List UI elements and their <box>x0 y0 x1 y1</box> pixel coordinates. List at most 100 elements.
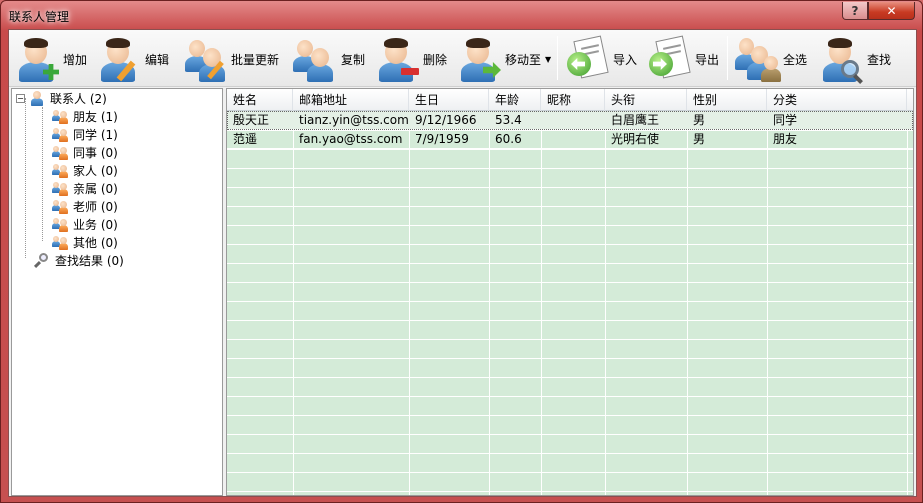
cell-gender[interactable]: 男 <box>687 111 767 130</box>
group-icon <box>52 198 68 214</box>
close-button[interactable]: ✕ <box>868 2 915 20</box>
window-title: 联系人管理 <box>9 10 70 24</box>
tree-item-label: 业务 (0) <box>73 217 118 232</box>
copy-contact-icon <box>291 34 339 84</box>
cell-email[interactable]: tianz.yin@tss.com <box>293 111 409 130</box>
column-header-gender[interactable]: 性别 <box>687 89 767 111</box>
delete-contact-icon <box>373 34 421 84</box>
toolbar-separator <box>727 36 728 80</box>
export-icon <box>645 34 693 84</box>
column-header-nickname[interactable]: 昵称 <box>541 89 605 111</box>
table-row[interactable]: 殷天正 tianz.yin@tss.com 9/12/1966 53.4 白眉鹰… <box>227 111 913 130</box>
import-icon <box>563 34 611 84</box>
group-icon <box>52 144 68 160</box>
column-header-category[interactable]: 分类 <box>767 89 907 111</box>
batch-update-button[interactable]: 批量更新 <box>181 34 279 84</box>
row-separator <box>227 168 913 169</box>
tree-item-classmates[interactable]: 同学 (1) <box>52 125 118 143</box>
title-bar[interactable]: 联系人管理 ? ✕ <box>1 1 922 29</box>
delete-button[interactable]: 删除 <box>373 34 447 84</box>
tree-item-relatives[interactable]: 亲属 (0) <box>52 179 118 197</box>
tree-item-teachers[interactable]: 老师 (0) <box>52 197 118 215</box>
tree-item-friends[interactable]: 朋友 (1) <box>52 107 118 125</box>
tree-item-label: 查找结果 (0) <box>55 253 124 268</box>
cell-gender[interactable]: 男 <box>687 130 767 149</box>
group-icon <box>52 234 68 250</box>
column-header-name[interactable]: 姓名 <box>227 89 293 111</box>
toolbar: 增加 编辑 批量更新 复制 删除 移动至 ▼ 导入 导出 全选 查找 <box>9 30 916 87</box>
cell-email[interactable]: fan.yao@tss.com <box>293 130 409 149</box>
cell-name[interactable]: 殷天正 <box>227 111 293 130</box>
batch-update-label: 批量更新 <box>231 52 280 67</box>
row-separator <box>227 320 913 321</box>
cell-title[interactable]: 白眉鹰王 <box>605 111 687 130</box>
edit-label: 编辑 <box>145 52 170 67</box>
row-separator <box>227 491 913 492</box>
column-header-email[interactable]: 邮箱地址 <box>293 89 409 111</box>
cell-nickname[interactable] <box>541 130 605 149</box>
row-separator <box>227 472 913 473</box>
cell-birthday[interactable]: 7/9/1959 <box>409 130 489 149</box>
row-separator <box>227 396 913 397</box>
grid-header: 姓名 邮箱地址 生日 年龄 昵称 头衔 性别 分类 <box>227 89 913 111</box>
cell-category[interactable]: 同学 <box>767 111 907 130</box>
cell-name[interactable]: 范遥 <box>227 130 293 149</box>
help-button[interactable]: ? <box>842 2 868 20</box>
tree-item-colleagues[interactable]: 同事 (0) <box>52 143 118 161</box>
row-separator <box>227 358 913 359</box>
row-separator <box>227 263 913 264</box>
row-separator <box>227 206 913 207</box>
magnifier-icon <box>33 252 50 269</box>
import-button[interactable]: 导入 <box>563 34 637 84</box>
column-header-birthday[interactable]: 生日 <box>409 89 489 111</box>
row-separator <box>227 377 913 378</box>
cell-title[interactable]: 光明右使 <box>605 130 687 149</box>
cell-age[interactable]: 60.6 <box>489 130 541 149</box>
move-to-label: 移动至 <box>505 52 542 67</box>
column-header-title[interactable]: 头衔 <box>605 89 687 111</box>
select-all-label: 全选 <box>783 52 808 67</box>
cell-birthday[interactable]: 9/12/1966 <box>409 111 489 130</box>
column-header-age[interactable]: 年龄 <box>489 89 541 111</box>
add-button[interactable]: 增加 <box>13 34 87 84</box>
collapse-icon[interactable]: − <box>16 93 25 103</box>
row-separator <box>227 149 913 150</box>
move-to-button[interactable]: 移动至 ▼ <box>455 34 551 84</box>
tree-item-search-results[interactable]: 查找结果 (0) <box>33 251 124 269</box>
tree-item-label: 老师 (0) <box>73 199 118 214</box>
row-separator <box>227 339 913 340</box>
copy-button[interactable]: 复制 <box>291 34 365 84</box>
cell-nickname[interactable] <box>541 111 605 130</box>
row-separator <box>227 225 913 226</box>
tree-line <box>25 98 26 258</box>
copy-label: 复制 <box>341 52 366 67</box>
group-icon <box>52 180 68 196</box>
select-all-button[interactable]: 全选 <box>733 34 807 84</box>
tree-item-other[interactable]: 其他 (0) <box>52 233 118 251</box>
row-separator <box>227 434 913 435</box>
main-window: 联系人管理 ? ✕ 增加 编辑 批量更新 复制 删除 移动至 ▼ 导入 导出 全… <box>0 0 923 503</box>
contacts-grid[interactable]: 姓名 邮箱地址 生日 年龄 昵称 头衔 性别 分类 殷天正 tianz.yin@… <box>226 88 914 496</box>
tree-item-family[interactable]: 家人 (0) <box>52 161 118 179</box>
row-separator <box>227 244 913 245</box>
move-contact-icon <box>455 34 503 84</box>
tree-item-business[interactable]: 业务 (0) <box>52 215 118 233</box>
table-row[interactable]: 范遥 fan.yao@tss.com 7/9/1959 60.6 光明右使 男 … <box>227 130 913 149</box>
dropdown-arrow-icon[interactable]: ▼ <box>545 55 551 64</box>
edit-button[interactable]: 编辑 <box>95 34 169 84</box>
find-contact-icon <box>817 34 865 84</box>
group-icon <box>52 162 68 178</box>
tree-root[interactable]: − 联系人 (2) <box>16 89 107 107</box>
group-icon <box>52 126 68 142</box>
tree-root-label: 联系人 (2) <box>50 91 107 106</box>
cell-category[interactable]: 朋友 <box>767 130 907 149</box>
import-label: 导入 <box>613 52 638 67</box>
row-separator <box>227 301 913 302</box>
group-tree[interactable]: − 联系人 (2) 朋友 (1) 同学 (1) 同事 (0) 家人 (0) 亲属… <box>11 88 223 496</box>
cell-age[interactable]: 53.4 <box>489 111 541 130</box>
export-button[interactable]: 导出 <box>645 34 719 84</box>
group-icon <box>52 216 68 232</box>
row-separator <box>227 415 913 416</box>
find-button[interactable]: 查找 <box>817 34 891 84</box>
tree-item-label: 家人 (0) <box>73 163 118 178</box>
